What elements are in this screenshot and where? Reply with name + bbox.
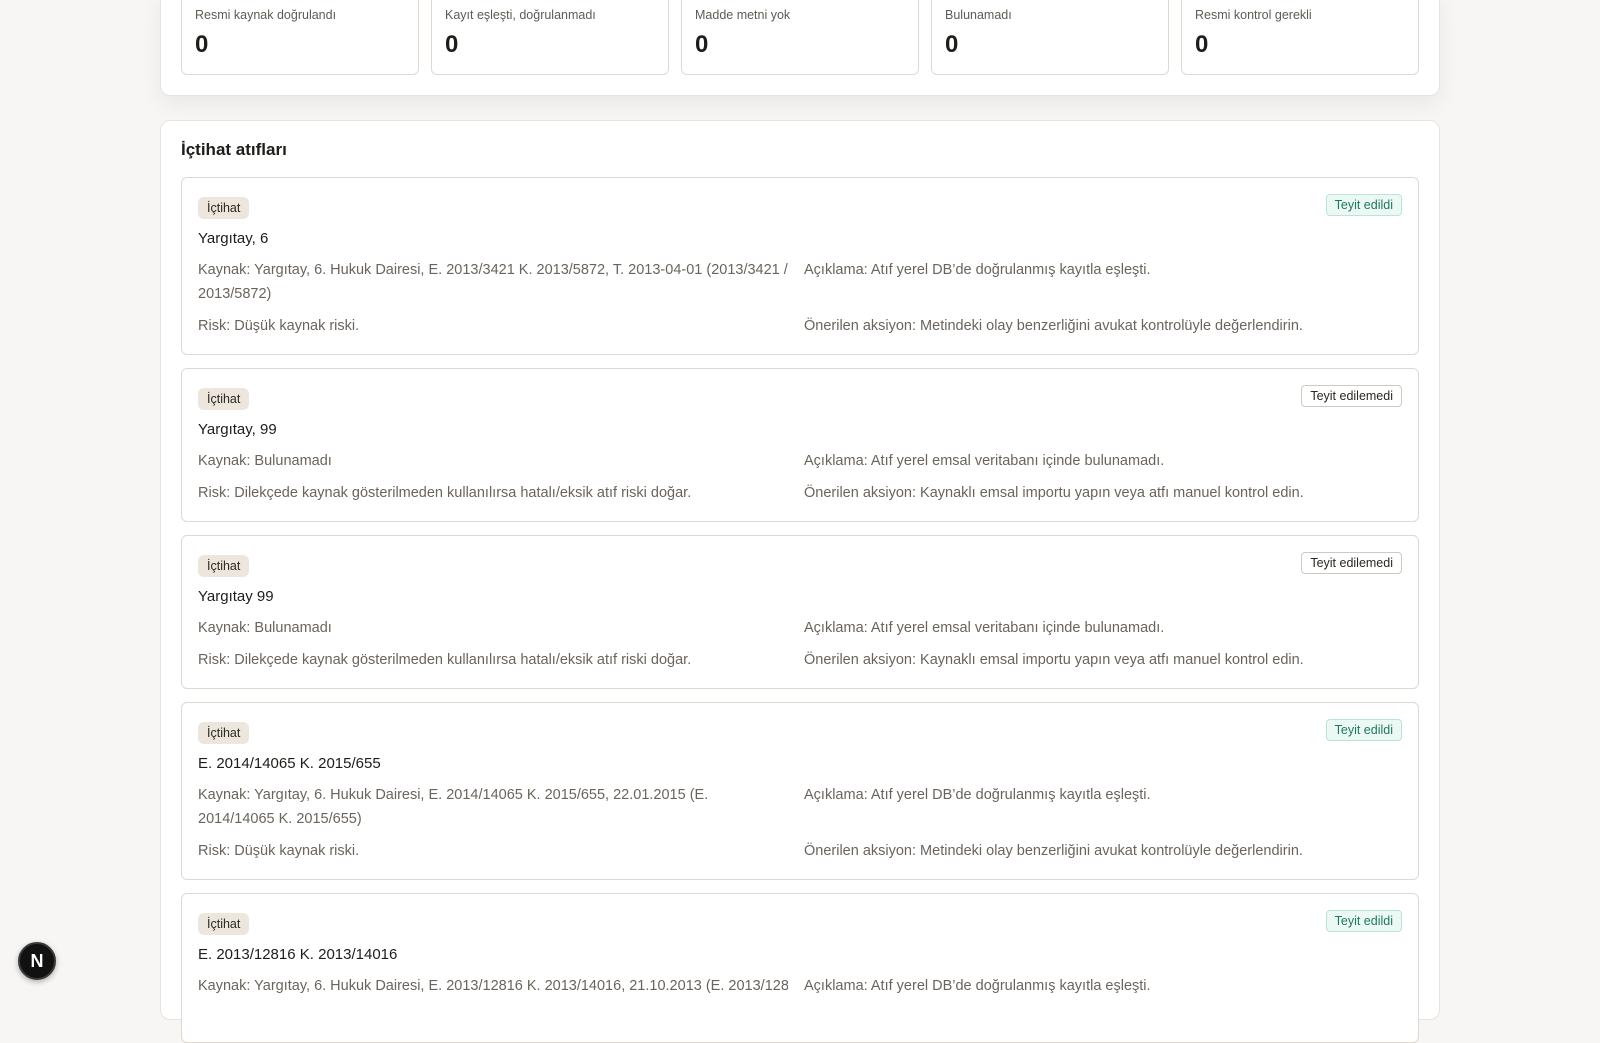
citation-type-tag: İçtihat xyxy=(198,197,250,219)
citation-type-tag: İçtihat xyxy=(198,555,250,577)
status-badge: Teyit edildi xyxy=(1325,194,1402,216)
stat-value: 0 xyxy=(195,31,209,58)
citation-explanation: Açıklama: Atıf yerel emsal veritabanı iç… xyxy=(804,453,1165,469)
citation-title: Yargıtay, 99 xyxy=(198,421,277,438)
stat-card-matched-unverified: Kayıt eşleşti, doğrulanmadı 0 xyxy=(431,0,669,75)
citation-action: Önerilen aksiyon: Kaynaklı emsal importu… xyxy=(804,485,1304,501)
status-badge: Teyit edilemedi xyxy=(1301,385,1402,407)
case-law-citations-section: İçtihat atıfları İçtihat Teyit edildi Ya… xyxy=(160,120,1440,1043)
stat-label: Madde metni yok xyxy=(695,8,791,22)
citation-explanation: Açıklama: Atıf yerel DB’de doğrulanmış k… xyxy=(804,787,1151,803)
n-logo-icon: N xyxy=(31,951,44,971)
citation-type-tag: İçtihat xyxy=(198,388,250,410)
citation-risk: Risk: Düşük kaynak riski. xyxy=(198,843,360,859)
citation-title: E. 2014/14065 K. 2015/655 xyxy=(198,755,381,772)
stat-label: Bulunamadı xyxy=(945,8,1012,22)
stat-label: Resmi kaynak doğrulandı xyxy=(195,8,337,22)
citation-explanation: Açıklama: Atıf yerel DB’de doğrulanmış k… xyxy=(804,978,1151,994)
citation-title: Yargıtay 99 xyxy=(198,588,274,605)
citation-source: Kaynak: Yargıtay, 6. Hukuk Dairesi, E. 2… xyxy=(198,787,709,827)
dev-tools-button[interactable]: N xyxy=(18,942,56,980)
citation-risk: Risk: Dilekçede kaynak gösterilmeden kul… xyxy=(198,652,692,668)
citation-action: Önerilen aksiyon: Metindeki olay benzerl… xyxy=(804,318,1303,334)
citation-explanation: Açıklama: Atıf yerel emsal veritabanı iç… xyxy=(804,620,1165,636)
status-badge: Teyit edildi xyxy=(1325,719,1402,741)
status-badge: Teyit edilemedi xyxy=(1301,552,1402,574)
citation-source: Kaynak: Yargıtay, 6. Hukuk Dairesi, E. 2… xyxy=(198,978,788,994)
svg-text:N: N xyxy=(31,951,44,971)
citation-risk: Risk: Dilekçede kaynak gösterilmeden kul… xyxy=(198,485,692,501)
stat-card-official-verified: Resmi kaynak doğrulandı 0 xyxy=(181,0,419,75)
citation-risk: Risk: Düşük kaynak riski. xyxy=(198,318,360,334)
citation-action: Önerilen aksiyon: Kaynaklı emsal importu… xyxy=(804,652,1304,668)
citation-source: Kaynak: Bulunamadı xyxy=(198,453,332,469)
citation-action: Önerilen aksiyon: Metindeki olay benzerl… xyxy=(804,843,1303,859)
citation-type-tag: İçtihat xyxy=(198,913,250,935)
stat-card-no-article-text: Madde metni yok 0 xyxy=(681,0,919,75)
citation-type-tag: İçtihat xyxy=(198,722,250,744)
stat-value: 0 xyxy=(945,31,959,58)
stat-card-not-found: Bulunamadı 0 xyxy=(931,0,1169,75)
status-badge: Teyit edildi xyxy=(1325,910,1402,932)
citation-card: İçtihat Teyit edilemedi Yargıtay, 99 Kay… xyxy=(181,368,1419,522)
section-title: İçtihat atıfları xyxy=(181,140,287,159)
stat-card-official-check-required: Resmi kontrol gerekli 0 xyxy=(1181,0,1419,75)
stat-label: Resmi kontrol gerekli xyxy=(1195,8,1312,22)
citation-card: İçtihat Teyit edildi E. 2014/14065 K. 20… xyxy=(181,702,1419,880)
citation-explanation: Açıklama: Atıf yerel DB’de doğrulanmış k… xyxy=(804,262,1151,278)
stat-value: 0 xyxy=(695,31,709,58)
stat-value: 0 xyxy=(1195,31,1209,58)
stat-value: 0 xyxy=(445,31,459,58)
citation-source: Kaynak: Yargıtay, 6. Hukuk Dairesi, E. 2… xyxy=(198,262,788,302)
citation-card: İçtihat Teyit edildi E. 2013/12816 K. 20… xyxy=(181,893,1419,1043)
citation-title: E. 2013/12816 K. 2013/14016 xyxy=(198,946,398,963)
summary-panel: Resmi kaynak doğrulandı 0 Kayıt eşleşti,… xyxy=(160,0,1440,96)
citation-source: Kaynak: Bulunamadı xyxy=(198,620,332,636)
citation-card: İçtihat Teyit edildi Yargıtay, 6 Kaynak:… xyxy=(181,177,1419,355)
stat-label: Kayıt eşleşti, doğrulanmadı xyxy=(445,8,596,22)
citation-card: İçtihat Teyit edilemedi Yargıtay 99 Kayn… xyxy=(181,535,1419,689)
citation-title: Yargıtay, 6 xyxy=(198,230,269,247)
